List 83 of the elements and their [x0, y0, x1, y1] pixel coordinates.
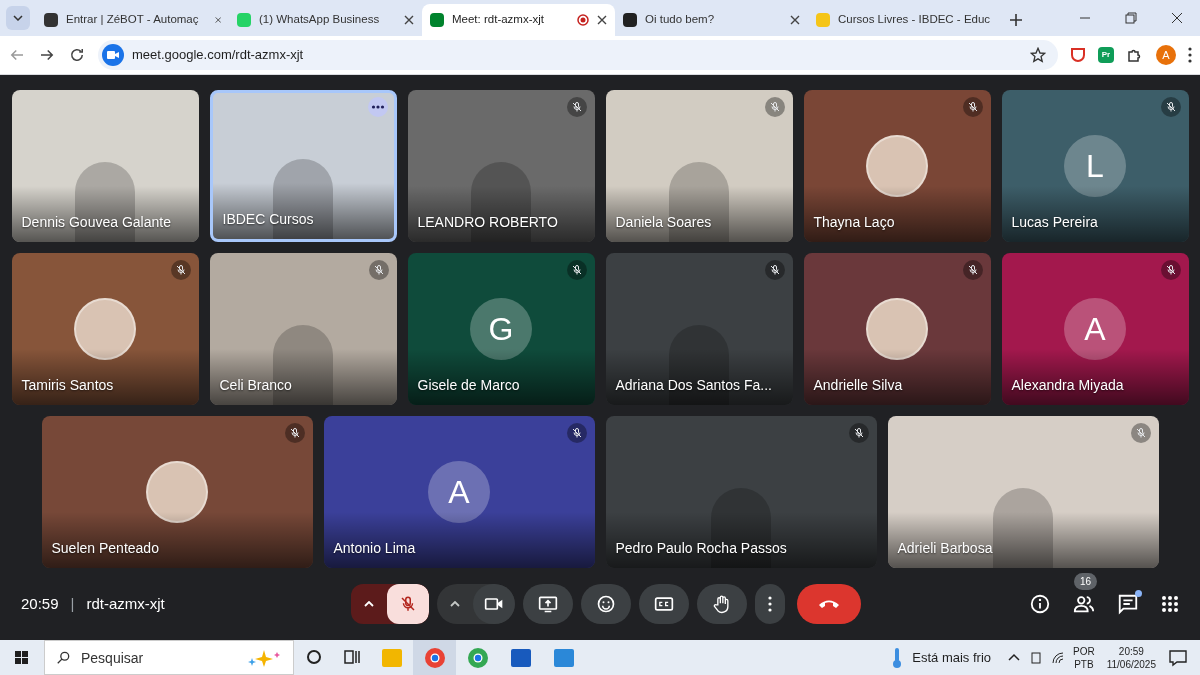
- weather-text: Está mais frio: [912, 648, 991, 667]
- participant-name: Celi Branco: [219, 376, 292, 395]
- participant-name: Gisele de Marco: [417, 376, 520, 395]
- address-bar[interactable]: meet.google.com/rdt-azmx-xjt: [98, 40, 1058, 70]
- smiley-icon: [596, 594, 616, 614]
- close-icon[interactable]: [597, 15, 607, 25]
- participant-name: Lucas Pereira: [1011, 213, 1098, 232]
- video-camera-icon: [102, 44, 124, 66]
- tab-favicon-icon: [816, 13, 830, 27]
- apps-grid-icon[interactable]: [1161, 595, 1179, 613]
- mic-muted-icon: [399, 595, 417, 613]
- captions-button[interactable]: [639, 584, 689, 624]
- tab-favicon-icon: [44, 13, 58, 27]
- close-icon[interactable]: [790, 15, 800, 25]
- microphone-button[interactable]: [387, 584, 429, 624]
- participant-count-badge: 16: [1074, 573, 1098, 590]
- browser-tab[interactable]: Oi tudo bem?: [615, 4, 808, 36]
- wifi-icon[interactable]: [1051, 650, 1065, 665]
- participant-name: Tamiris Santos: [21, 376, 114, 395]
- participant-name: Andrielle Silva: [813, 376, 903, 395]
- screen-share-icon: [538, 595, 558, 613]
- reload-icon[interactable]: [68, 46, 86, 64]
- participant-name: Thayna Laço: [813, 213, 895, 232]
- more-vertical-icon[interactable]: [1188, 47, 1192, 63]
- separator: |: [70, 593, 75, 614]
- info-icon[interactable]: [1029, 593, 1051, 615]
- close-icon[interactable]: [404, 15, 414, 25]
- browser-tab[interactable]: (1) WhatsApp Business: [229, 4, 422, 36]
- clock-time[interactable]: 20:59: [1118, 644, 1144, 658]
- browser-tab[interactable]: Meet: rdt-azmx-xjt: [422, 4, 615, 36]
- chevron-up-icon: [450, 601, 460, 607]
- phone-hangup-icon: [818, 599, 840, 609]
- participant-name: Pedro Paulo Rocha Passos: [615, 539, 787, 558]
- browser-icon[interactable]: [466, 646, 489, 669]
- participant-name: Dennis Gouvea Galante: [21, 213, 171, 232]
- emoji-reaction-button[interactable]: [581, 584, 631, 624]
- browser-tab[interactable]: Entrar | ZéBOT - Automaç: [36, 4, 229, 36]
- tab-favicon-icon: [237, 13, 251, 27]
- meeting-code: rdt-azmx-xjt: [86, 593, 165, 614]
- more-options-icon[interactable]: [367, 97, 388, 117]
- participant-name: Adriana Dos Santos Fa...: [615, 376, 772, 395]
- participant-name: Alexandra Miyada: [1011, 376, 1124, 395]
- shield-icon[interactable]: [1070, 47, 1086, 63]
- participant-name: Adrieli Barbosa: [897, 539, 993, 558]
- chevron-down-icon: [13, 15, 23, 21]
- search-icon: [56, 651, 70, 665]
- tab-title: Cursos Livres - IBDEC - Educ: [838, 12, 991, 28]
- tab-title: (1) WhatsApp Business: [259, 12, 380, 28]
- search-field[interactable]: Pesquisar: [44, 640, 294, 675]
- keyboard-layout-indicator[interactable]: PTB: [1074, 657, 1094, 671]
- captions-icon: [654, 596, 674, 612]
- tab-list-button[interactable]: [6, 6, 30, 30]
- browser-icon[interactable]: [423, 646, 446, 669]
- participant-name: Daniela Soares: [615, 213, 712, 232]
- video-camera-icon: [484, 596, 504, 612]
- leave-call-button[interactable]: [797, 584, 861, 624]
- chevron-up-icon: [364, 601, 374, 607]
- more-vertical-icon: [768, 596, 772, 612]
- tab-title: Meet: rdt-azmx-xjt: [452, 12, 544, 28]
- tab-title: Oi tudo bem?: [645, 12, 715, 28]
- people-icon[interactable]: [1073, 593, 1095, 615]
- extension-button[interactable]: Pr: [1098, 47, 1114, 63]
- present-screen-button[interactable]: [523, 584, 573, 624]
- more-options-button[interactable]: [755, 584, 785, 624]
- tab-favicon-icon: [623, 13, 637, 27]
- plus-icon[interactable]: [1009, 13, 1023, 27]
- notifications-icon[interactable]: [1168, 647, 1188, 668]
- participant-name: Suelen Penteado: [51, 539, 159, 558]
- language-indicator[interactable]: POR: [1073, 644, 1095, 658]
- meeting-time: 20:59: [21, 593, 59, 614]
- participant-name: LEANDRO ROBERTO: [417, 213, 558, 232]
- hand-icon: [712, 594, 732, 614]
- url-text: meet.google.com/rdt-azmx-xjt: [132, 46, 305, 65]
- chat-icon[interactable]: [1117, 593, 1139, 615]
- participant-name: Antonio Lima: [333, 539, 416, 558]
- clock-date[interactable]: 11/06/2025: [1106, 657, 1156, 671]
- camera-button[interactable]: [473, 584, 515, 624]
- browser-tab[interactable]: Cursos Livres - IBDEC - Educ: [808, 4, 1001, 36]
- raise-hand-button[interactable]: [697, 584, 747, 624]
- participant-name: IBDEC Cursos: [222, 210, 314, 229]
- tab-title: Entrar | ZéBOT - Automaç: [66, 12, 199, 28]
- star-icon[interactable]: [1030, 47, 1046, 63]
- tab-favicon-icon: [430, 13, 444, 27]
